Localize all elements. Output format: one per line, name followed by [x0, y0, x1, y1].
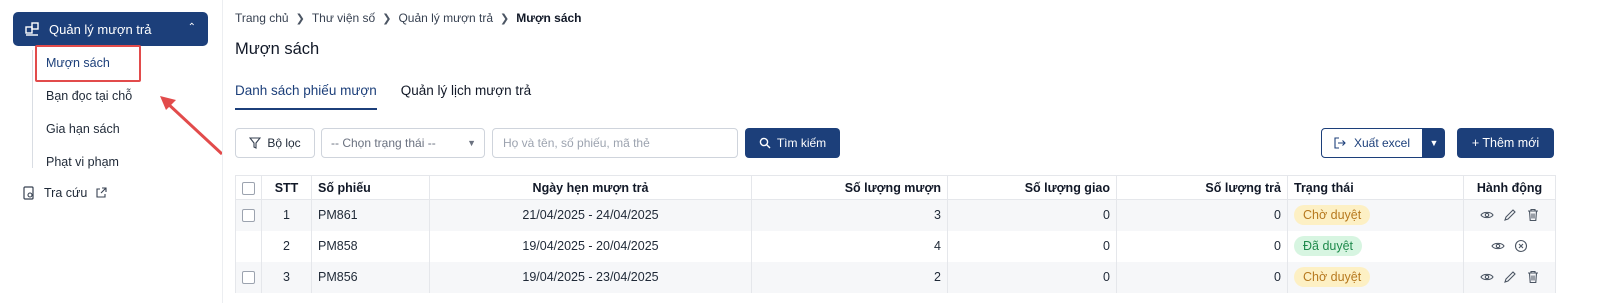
column-header-stt: STT	[261, 175, 312, 200]
status-badge: Đã duyệt	[1294, 236, 1363, 256]
annotation-arrow	[160, 96, 224, 156]
chevron-up-icon: ⌃	[187, 22, 196, 33]
status-badge: Chờ duyệt	[1294, 267, 1371, 287]
main-content: Trang chủ ❯ Thư viện số ❯ Quản lý mượn t…	[222, 0, 1600, 303]
export-label: Xuất excel	[1353, 136, 1411, 150]
cancel-icon[interactable]	[1514, 239, 1528, 253]
external-link-icon	[95, 187, 107, 199]
cell-code: PM861	[311, 199, 430, 231]
cell-dates: 19/04/2025 - 20/04/2025	[429, 230, 752, 262]
export-excel-button[interactable]: Xuất excel	[1321, 128, 1423, 158]
toolbar: Bộ lọc -- Chọn trạng thái -- ▼ Tìm kiếm …	[235, 128, 1555, 158]
filter-label: Bộ lọc	[267, 136, 301, 150]
add-new-button[interactable]: + Thêm mới	[1457, 128, 1554, 158]
cell-returned: 0	[1116, 230, 1288, 262]
cell-delivered: 0	[947, 230, 1117, 262]
sidebar-item-onsite-readers[interactable]: Bạn đọc tại chỗ	[46, 89, 132, 103]
column-header-dates: Ngày hẹn mượn trả	[429, 175, 752, 200]
filter-icon	[249, 137, 262, 149]
select-all-checkbox[interactable]	[235, 175, 262, 200]
caret-down-icon: ▼	[1429, 138, 1439, 148]
cell-status: Chờ duyệt	[1287, 261, 1464, 293]
search-input[interactable]	[492, 128, 738, 158]
chevron-right-icon: ❯	[382, 12, 392, 25]
column-header-status: Trạng thái	[1287, 175, 1464, 200]
filter-button[interactable]: Bộ lọc	[235, 128, 315, 158]
page-title: Mượn sách	[235, 40, 320, 58]
search-icon	[759, 137, 771, 149]
row-checkbox[interactable]	[235, 261, 262, 293]
status-badge: Chờ duyệt	[1294, 205, 1371, 226]
cell-actions	[1463, 199, 1556, 231]
table-row[interactable]: 2 PM858 19/04/2025 - 20/04/2025 4 0 0 Đã…	[235, 230, 1556, 262]
document-search-icon	[22, 186, 36, 200]
cell-code: PM858	[311, 230, 430, 262]
status-select[interactable]: -- Chọn trạng thái -- ▼	[321, 128, 485, 158]
table-row[interactable]: 3 PM856 19/04/2025 - 23/04/2025 2 0 0 Ch…	[235, 261, 1556, 293]
edit-icon[interactable]	[1503, 208, 1517, 222]
column-header-code: Số phiếu	[311, 175, 430, 200]
highlight-box	[35, 45, 141, 82]
cell-dates: 21/04/2025 - 24/04/2025	[429, 199, 752, 231]
sidebar-item-penalties[interactable]: Phạt vi phạm	[46, 155, 119, 169]
sidebar-item-lookup[interactable]: Tra cứu	[22, 186, 107, 200]
column-header-actions: Hành động	[1463, 175, 1556, 200]
cell-borrowed: 3	[751, 199, 948, 231]
cell-dates: 19/04/2025 - 23/04/2025	[429, 261, 752, 293]
chevron-right-icon: ❯	[500, 12, 510, 25]
borrow-return-icon	[23, 20, 41, 38]
column-header-delivered: Số lượng giao	[947, 175, 1117, 200]
cell-delivered: 0	[947, 199, 1117, 231]
row-checkbox[interactable]	[235, 199, 262, 231]
cell-status: Đã duyệt	[1287, 230, 1464, 262]
cell-stt: 1	[261, 199, 312, 231]
cell-returned: 0	[1116, 261, 1288, 293]
breadcrumb-borrow-return[interactable]: Quản lý mượn trả	[398, 11, 493, 25]
cell-actions	[1463, 230, 1556, 262]
breadcrumb-home[interactable]: Trang chủ	[235, 11, 289, 25]
export-icon	[1334, 137, 1346, 149]
chevron-right-icon: ❯	[295, 12, 305, 25]
tabs: Danh sách phiếu mượn Quản lý lịch mượn t…	[235, 83, 555, 110]
table-header-row: STT Số phiếu Ngày hẹn mượn trả Số lượng …	[235, 175, 1556, 200]
search-label: Tìm kiếm	[776, 136, 827, 150]
cell-stt: 3	[261, 261, 312, 293]
delete-icon[interactable]	[1526, 270, 1540, 284]
cell-status: Chờ duyệt	[1287, 199, 1464, 231]
column-header-borrowed: Số lượng mượn	[751, 175, 948, 200]
edit-icon[interactable]	[1503, 270, 1517, 284]
status-select-placeholder: -- Chọn trạng thái --	[331, 136, 436, 150]
sidebar-group-label: Quản lý mượn trả	[49, 21, 152, 37]
cell-stt: 2	[261, 230, 312, 262]
caret-down-icon: ▼	[467, 138, 476, 148]
view-icon[interactable]	[1479, 270, 1494, 284]
breadcrumb: Trang chủ ❯ Thư viện số ❯ Quản lý mượn t…	[235, 11, 582, 25]
tab-schedule[interactable]: Quản lý lịch mượn trả	[401, 83, 531, 110]
column-header-returned: Số lượng trả	[1116, 175, 1288, 200]
sidebar-group-borrow-return[interactable]: Quản lý mượn trả ⌃	[13, 12, 208, 46]
cell-borrowed: 2	[751, 261, 948, 293]
breadcrumb-library[interactable]: Thư viện số	[312, 11, 375, 25]
breadcrumb-current: Mượn sách	[516, 11, 582, 25]
lookup-label: Tra cứu	[44, 186, 88, 200]
search-button[interactable]: Tìm kiếm	[745, 128, 840, 158]
view-icon[interactable]	[1491, 239, 1505, 253]
cell-actions	[1463, 261, 1556, 293]
row-checkbox-empty	[235, 230, 262, 262]
table-row[interactable]: 1 PM861 21/04/2025 - 24/04/2025 3 0 0 Ch…	[235, 199, 1556, 231]
tab-borrow-list[interactable]: Danh sách phiếu mượn	[235, 83, 377, 110]
cell-returned: 0	[1116, 199, 1288, 231]
view-icon[interactable]	[1479, 208, 1494, 222]
cell-code: PM856	[311, 261, 430, 293]
delete-icon[interactable]	[1526, 208, 1540, 222]
sidebar-item-renew-books[interactable]: Gia hạn sách	[46, 122, 120, 136]
borrow-table: STT Số phiếu Ngày hẹn mượn trả Số lượng …	[235, 175, 1556, 293]
tree-line	[32, 50, 33, 168]
cell-delivered: 0	[947, 261, 1117, 293]
export-dropdown-button[interactable]: ▼	[1423, 128, 1445, 158]
cell-borrowed: 4	[751, 230, 948, 262]
